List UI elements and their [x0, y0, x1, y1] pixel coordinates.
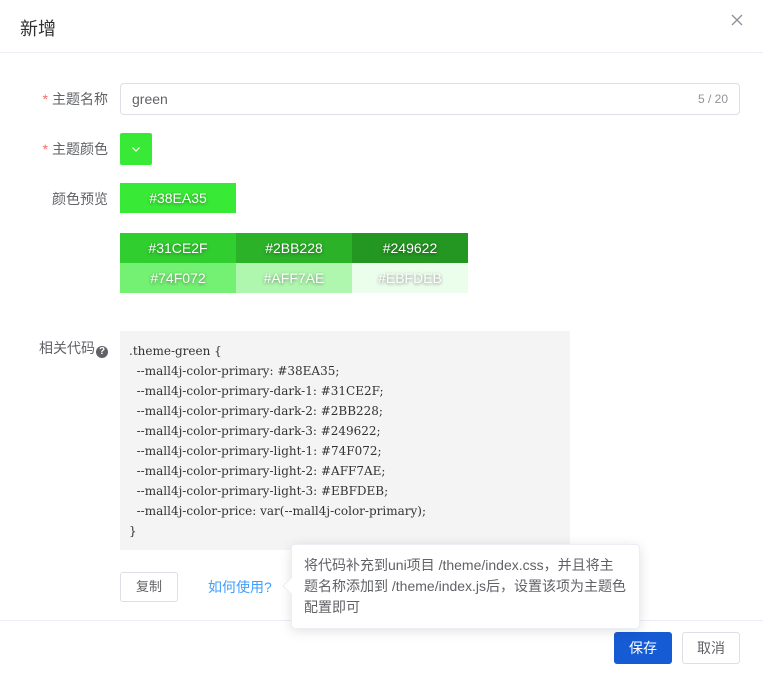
theme-name-label-text: 主题名称: [52, 91, 108, 107]
code-text: .theme-green { --mall4j-color-primary: #…: [129, 344, 426, 538]
how-to-use-link[interactable]: 如何使用?: [208, 578, 272, 596]
code-block: .theme-green { --mall4j-color-primary: #…: [120, 331, 570, 550]
tooltip-arrow: [282, 577, 300, 595]
preview-swatch-light-3: #EBFDEB: [352, 263, 468, 293]
dialog-title: 新增: [20, 19, 56, 39]
copy-button[interactable]: 复制: [120, 572, 178, 602]
preview-swatch-primary: #38EA35: [120, 183, 236, 213]
related-code-label-text: 相关代码: [39, 340, 95, 356]
theme-color-label: * 主题颜色: [43, 139, 108, 159]
preview-swatch-dark-1: #31CE2F: [120, 233, 236, 263]
preview-swatch-light-1: #74F072: [120, 263, 236, 293]
tooltip-text: 将代码补充到uni项目 /theme/index.css，并且将主题名称添加到 …: [304, 557, 627, 615]
required-mark: *: [42, 91, 48, 107]
add-theme-dialog: 新增 *主题名称 5 / 20 *主题颜色 颜色预览 #38EA35 #31CE…: [0, 0, 763, 686]
required-mark: *: [42, 141, 48, 157]
chevron-down-icon: [132, 147, 140, 152]
theme-color-picker[interactable]: [120, 133, 152, 165]
theme-name-field[interactable]: 5 / 20: [120, 83, 740, 115]
theme-name-input[interactable]: [121, 84, 681, 114]
color-preview-label: 颜色预览: [52, 191, 108, 207]
theme-name-label: * 主题名称: [43, 89, 108, 109]
usage-tooltip: 将代码补充到uni项目 /theme/index.css，并且将主题名称添加到 …: [282, 544, 640, 629]
char-count: 5 / 20: [697, 92, 728, 106]
close-icon: [731, 14, 743, 26]
save-button[interactable]: 保存: [614, 632, 672, 664]
cancel-button[interactable]: 取消: [682, 632, 740, 664]
related-code-label: 相关代码?: [39, 338, 108, 358]
dialog-header: 新增: [0, 0, 763, 53]
close-button[interactable]: [729, 12, 745, 28]
preview-swatch-dark-3: #249622: [352, 233, 468, 263]
preview-swatch-light-2: #AFF7AE: [236, 263, 352, 293]
preview-swatch-dark-2: #2BB228: [236, 233, 352, 263]
theme-color-label-text: 主题颜色: [52, 141, 108, 157]
help-icon[interactable]: ?: [96, 346, 108, 358]
